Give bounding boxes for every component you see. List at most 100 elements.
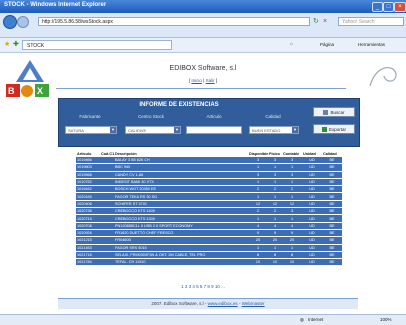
table-row[interactable]: 1019442 BOSCH WOT 20350 EE 2 2 2 UD BE — [76, 185, 342, 194]
add-favorite-icon[interactable]: ✚ — [13, 41, 19, 49]
forward-button[interactable] — [17, 16, 29, 28]
cell-disponible: 3 — [248, 157, 268, 165]
fabricante-select[interactable]: SATURA ▼ — [65, 126, 117, 134]
page-menu[interactable]: Página — [320, 42, 334, 47]
exit-link[interactable]: Salir — [206, 78, 215, 83]
table-row[interactable]: 1020736 CREBOCCO KTS 1400 2 2 3 UD BE — [76, 207, 342, 216]
table-row[interactable]: 1019568 CANDY CV 1-66 3 3 3 UD BE — [76, 171, 342, 179]
fabricante-value: SATURA — [68, 128, 84, 133]
maximize-button[interactable]: □ — [383, 2, 394, 12]
home-icon[interactable]: ⌂ — [290, 41, 293, 46]
cell-disponible: 20 — [248, 236, 268, 245]
search-input[interactable]: Yahoo! Search — [338, 17, 404, 26]
tools-menu[interactable]: Herramientas — [358, 42, 385, 47]
cell-codc1 — [100, 258, 114, 267]
company-title: EDIBOX Software, s.l — [169, 65, 237, 72]
cell-disponible: 9 — [248, 229, 268, 238]
label-centro: Centro Stock — [137, 114, 164, 119]
close-button[interactable]: × — [394, 2, 406, 12]
table-row[interactable]: 1019603 BBC 940 1 1 1 UD BE — [76, 163, 342, 172]
header-divider — [56, 88, 346, 89]
cell-articulo: 1019466 — [76, 157, 100, 165]
cell-contable: 20 — [282, 236, 302, 245]
table-row[interactable]: 1021718 SELAIX. FRM0300F3N & OKT. 2M CABL… — [76, 251, 342, 260]
cell-calidad: BE — [322, 229, 342, 238]
bracket-close: ] — [215, 78, 218, 83]
swirl-decoration — [369, 67, 397, 87]
calidad-select[interactable]: BUEN ESTADO ▼ — [249, 126, 299, 134]
cell-calidad: BE — [322, 251, 342, 260]
table-row[interactable]: 1021453 FAGOR SRS 5015 1 1 1 UD BE — [76, 244, 342, 252]
exportar-button[interactable]: Exportar — [313, 124, 355, 134]
cell-fisico: 2 — [268, 185, 282, 194]
table-row[interactable]: 1019466 BALAY 3 5B 626 CH 3 3 3 UD BE — [76, 157, 342, 165]
articulo-input[interactable] — [186, 126, 242, 134]
cell-disponible: 12 — [248, 200, 268, 209]
cell-articulo: 1020926 — [76, 229, 100, 238]
refresh-icon[interactable]: ↻ — [313, 17, 321, 26]
tab-stock[interactable]: STOCK — [22, 40, 172, 50]
cell-descripcion: CREBOCCO KTS 1400 — [114, 207, 248, 216]
cell-contable: 10 — [282, 258, 302, 267]
footer-copyright: 2007. Edibox Software, s.l — [151, 301, 204, 306]
cell-calidad: BE — [322, 258, 342, 267]
back-button[interactable] — [3, 15, 17, 29]
cell-fisico: 12 — [268, 200, 282, 209]
cell-codc1 — [100, 200, 114, 209]
cell-unidad: UD — [302, 163, 322, 172]
label-articulo: Articulo — [206, 114, 222, 119]
cell-contable: 1 — [282, 163, 302, 172]
cell-calidad: BE — [322, 214, 342, 223]
cell-contable: 2 — [282, 185, 302, 194]
cell-disponible: 2 — [248, 207, 268, 216]
globe-icon: ◍ — [300, 317, 304, 322]
cell-articulo: 1020406 — [76, 200, 100, 209]
cell-fisico: 9 — [268, 229, 282, 238]
cell-fisico: 3 — [268, 171, 282, 179]
table-row[interactable]: 1021215 FR0460D 20 20 20 UD BE — [76, 236, 342, 245]
minimize-button[interactable]: _ — [372, 2, 383, 12]
excel-icon — [321, 127, 327, 132]
cell-unidad: UD — [302, 244, 322, 252]
table-row[interactable]: 1020406 SCHIFER ST 3701 12 12 12 UD BE — [76, 200, 342, 209]
favorites-star-icon[interactable]: ★ — [4, 41, 10, 49]
zoom-level[interactable]: 100% — [380, 317, 392, 322]
footer-web-link[interactable]: www.edibox.es — [208, 301, 238, 306]
cell-calidad: BE — [322, 157, 342, 165]
cell-fisico: 20 — [268, 236, 282, 245]
pager[interactable]: 1 2 3 4 5 6 7 8 9 10 ... — [0, 284, 406, 289]
address-bar[interactable]: http://195.5.86.58/wsStock.aspx — [38, 17, 310, 26]
cell-codc1 — [100, 157, 114, 165]
cell-descripcion: CANDY CV 1-66 — [114, 171, 248, 179]
cell-contable: 1 — [282, 178, 302, 187]
cell-articulo: 1020708 — [76, 222, 100, 230]
cell-unidad: UD — [302, 157, 322, 165]
home-link[interactable]: Inicio — [191, 78, 202, 83]
cell-calidad: BE — [322, 236, 342, 245]
cell-unidad: UD — [302, 258, 322, 267]
centro-select[interactable]: CALIDIVE ▼ — [125, 126, 181, 134]
cell-fisico: 2 — [268, 207, 282, 216]
cell-disponible: 3 — [248, 171, 268, 179]
cell-contable: 3 — [282, 157, 302, 165]
stop-icon[interactable]: × — [323, 17, 331, 26]
table-row[interactable]: 1020926 FR1620 DUETTO CHEF FRESCO 9 9 9 UD BE — [76, 229, 342, 238]
table-row[interactable]: 1020708 PN120885C1L II USB 2.0 SPORT ECON… — [76, 222, 342, 230]
table-row[interactable]: 1010752 INDESIT BAMI 30 XTX 1 1 1 UD BE — [76, 178, 342, 187]
cell-descripcion: INDESIT BAMI 30 XTX — [114, 178, 248, 187]
cell-descripcion: FAGOR TEKA RS 30 SG — [114, 192, 248, 201]
centro-value: CALIDIVE — [128, 128, 147, 133]
footer-webmaster-link[interactable]: Webmaster — [242, 301, 265, 306]
cell-codc1 — [100, 214, 114, 223]
status-bar: ◍ Internet 100% — [0, 314, 406, 325]
table-row[interactable]: 1021784 TEFAL. CH 11910 10 10 10 UD BE — [76, 258, 342, 267]
cell-descripcion: BALAY 3 5B 626 CH — [114, 157, 248, 165]
cell-calidad: BE — [322, 207, 342, 216]
buscar-label: Buscar — [330, 110, 345, 115]
report-title: INFORME DE EXISTENCIAS — [139, 102, 219, 108]
buscar-button[interactable]: Buscar — [313, 107, 355, 117]
cell-fisico: 1 — [268, 192, 282, 201]
table-row[interactable]: 1020169 FAGOR TEKA RS 30 SG 1 1 1 UD BE — [76, 192, 342, 201]
table-row[interactable]: 1020715 CREBOCCO KTS 1300 1 1 1 UD BE — [76, 214, 342, 223]
cell-contable: 9 — [282, 229, 302, 238]
